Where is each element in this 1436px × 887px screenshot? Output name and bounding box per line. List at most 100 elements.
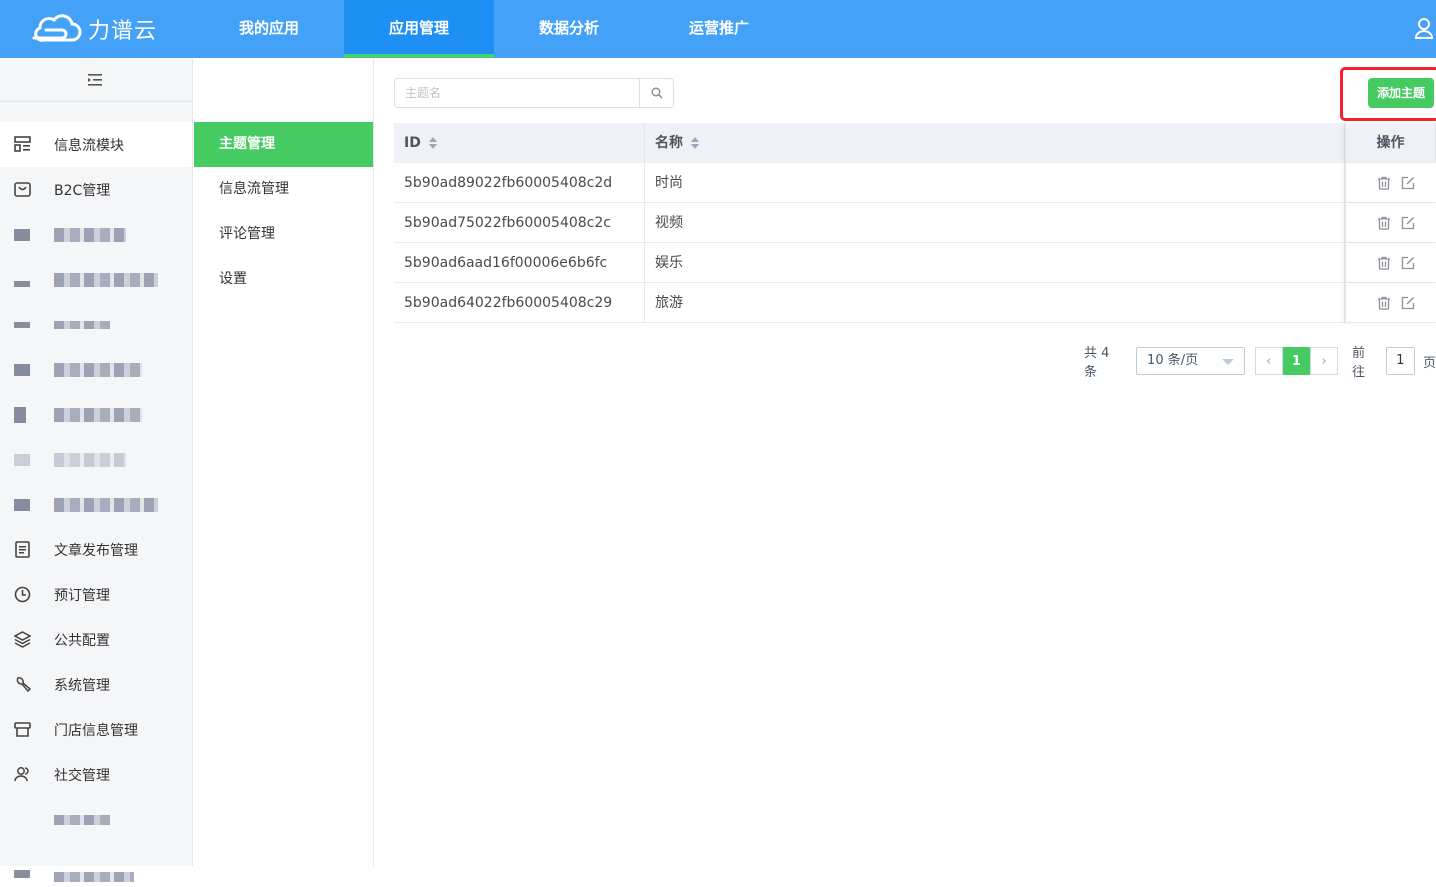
cell-ops — [1345, 283, 1436, 323]
trash-icon[interactable] — [1377, 216, 1391, 230]
subnav-comment-management[interactable]: 评论管理 — [194, 212, 373, 257]
redacted-label — [54, 452, 126, 467]
bag-icon — [14, 182, 31, 197]
nav-app-management[interactable]: 应用管理 — [344, 0, 494, 58]
nav-data-analysis[interactable]: 数据分析 — [494, 0, 644, 58]
sidebar-item-redacted[interactable] — [0, 482, 192, 527]
redacted-label — [54, 872, 134, 882]
page-size-select[interactable]: 10 条/页 — [1136, 347, 1245, 375]
sidebar-collapse-button[interactable] — [0, 58, 192, 102]
goto-label: 前往 — [1351, 346, 1365, 380]
subnav-feed-management[interactable]: 信息流管理 — [194, 167, 373, 212]
prev-page-button[interactable]: ‹ — [1254, 347, 1283, 375]
sidebar-item-b2c[interactable]: B2C管理 — [0, 167, 192, 212]
trash-icon[interactable] — [1377, 176, 1391, 190]
sidebar-item-label: 预订管理 — [54, 587, 110, 604]
cell-name: 娱乐 — [645, 243, 1345, 283]
cell-name: 视频 — [645, 203, 1345, 243]
search-button[interactable] — [639, 79, 673, 107]
edit-icon[interactable] — [1401, 176, 1415, 190]
redacted-label — [54, 407, 142, 422]
cell-id: 5b90ad6aad16f00006e6b6fc — [394, 243, 645, 283]
logo-text: 力谱云 — [88, 19, 158, 44]
layout-icon — [14, 136, 31, 152]
trash-icon[interactable] — [1377, 296, 1391, 310]
top-bar: 力谱云 我的应用 应用管理 数据分析 运营推广 — [0, 0, 1436, 58]
sidebar-item-redacted[interactable] — [0, 392, 192, 437]
trash-icon[interactable] — [1377, 256, 1391, 270]
header-id[interactable]: ID — [394, 123, 645, 163]
chevron-left-icon: ‹ — [1266, 353, 1272, 369]
cell-id: 5b90ad75022fb60005408c2c — [394, 203, 645, 243]
topics-table: ID 名称 操作 5b90ad89022fb60005408c2d 时尚 5b9… — [394, 123, 1436, 323]
sidebar-item-system[interactable]: 系统管理 — [0, 662, 192, 707]
sidebar-item-booking[interactable]: 预订管理 — [0, 572, 192, 617]
sidebar-item-label: 信息流模块 — [54, 137, 124, 154]
sidebar-item-public-config[interactable]: 公共配置 — [0, 617, 192, 662]
sidebar-item-redacted[interactable] — [0, 302, 192, 347]
menu-fold-icon — [88, 73, 102, 86]
sidebar-item-redacted[interactable] — [0, 347, 192, 392]
redacted-label — [54, 497, 158, 512]
pagination: 共 4 条 10 条/页 ‹ 1 › 前往 1 页 — [1084, 346, 1436, 380]
subnav-topic-management[interactable]: 主题管理 — [194, 122, 373, 167]
top-nav: 我的应用 应用管理 数据分析 运营推广 — [194, 0, 794, 58]
app-logo[interactable]: 力谱云 — [32, 12, 157, 46]
sidebar-item-redacted[interactable] — [0, 797, 192, 842]
next-page-button[interactable]: › — [1310, 347, 1338, 375]
redacted-label — [54, 272, 158, 287]
document-icon — [15, 541, 30, 558]
nav-my-apps[interactable]: 我的应用 — [194, 0, 344, 58]
blurred-icon — [14, 498, 30, 511]
header-name[interactable]: 名称 — [645, 123, 1345, 163]
chevron-right-icon: › — [1321, 353, 1327, 369]
search-input[interactable] — [395, 79, 640, 107]
nav-operations[interactable]: 运营推广 — [644, 0, 794, 58]
sidebar-item-social[interactable]: 社交管理 — [0, 752, 192, 797]
user-icon[interactable] — [1414, 16, 1434, 40]
sidebar-item-articles[interactable]: 文章发布管理 — [0, 527, 192, 572]
sidebar-item-label: 社交管理 — [54, 767, 110, 784]
blurred-icon — [14, 406, 26, 423]
sidebar-item-store-info[interactable]: 门店信息管理 — [0, 707, 192, 752]
header-name-label: 名称 — [655, 135, 683, 151]
cell-ops — [1345, 243, 1436, 283]
table-row: 5b90ad89022fb60005408c2d 时尚 — [394, 163, 1436, 203]
sub-navigation: 主题管理 信息流管理 评论管理 设置 — [193, 58, 374, 866]
sidebar-item-redacted[interactable] — [0, 437, 192, 482]
redacted-label — [54, 320, 110, 329]
pagination-total: 共 4 条 — [1084, 346, 1110, 380]
cell-id: 5b90ad89022fb60005408c2d — [394, 163, 645, 203]
add-topic-button[interactable]: 添加主题 — [1368, 78, 1434, 108]
header-id-label: ID — [404, 135, 421, 151]
store-icon — [14, 722, 31, 737]
blurred-icon — [14, 453, 30, 466]
subnav-settings[interactable]: 设置 — [194, 257, 373, 302]
sort-icon[interactable] — [428, 137, 437, 149]
main-content: 添加主题 ID 名称 操作 5b90ad89022fb60005408c2d 时… — [374, 58, 1436, 866]
edit-icon[interactable] — [1401, 296, 1415, 310]
edit-icon[interactable] — [1401, 256, 1415, 270]
sidebar-item-redacted[interactable] — [0, 257, 192, 302]
sidebar-item-feed-module[interactable]: 信息流模块 — [0, 122, 192, 167]
blurred-icon — [14, 870, 30, 878]
edit-icon[interactable] — [1401, 216, 1415, 230]
redacted-label — [54, 362, 142, 377]
table-header: ID 名称 操作 — [394, 123, 1436, 163]
table-row: 5b90ad6aad16f00006e6b6fc 娱乐 — [394, 243, 1436, 283]
page-number-current[interactable]: 1 — [1282, 347, 1311, 375]
sidebar-item-redacted[interactable] — [0, 842, 192, 887]
cloud-logo-icon — [32, 14, 82, 42]
sidebar-item-label: B2C管理 — [54, 182, 111, 199]
sidebar-item-redacted[interactable] — [0, 212, 192, 257]
cell-name: 旅游 — [645, 283, 1345, 323]
sidebar-item-label: 文章发布管理 — [54, 542, 138, 559]
goto-page: 前往 1 页 — [1352, 342, 1436, 380]
sidebar-item-label: 公共配置 — [54, 632, 110, 649]
sort-icon[interactable] — [691, 137, 699, 149]
sidebar: 信息流模块 B2C管理 文章发布管理 预订管理 公共配置 系统管理 门店信息管理… — [0, 58, 193, 882]
cell-name: 时尚 — [645, 163, 1345, 203]
blurred-icon — [14, 281, 30, 287]
goto-page-input[interactable]: 1 — [1385, 347, 1415, 375]
redacted-label — [54, 814, 110, 825]
